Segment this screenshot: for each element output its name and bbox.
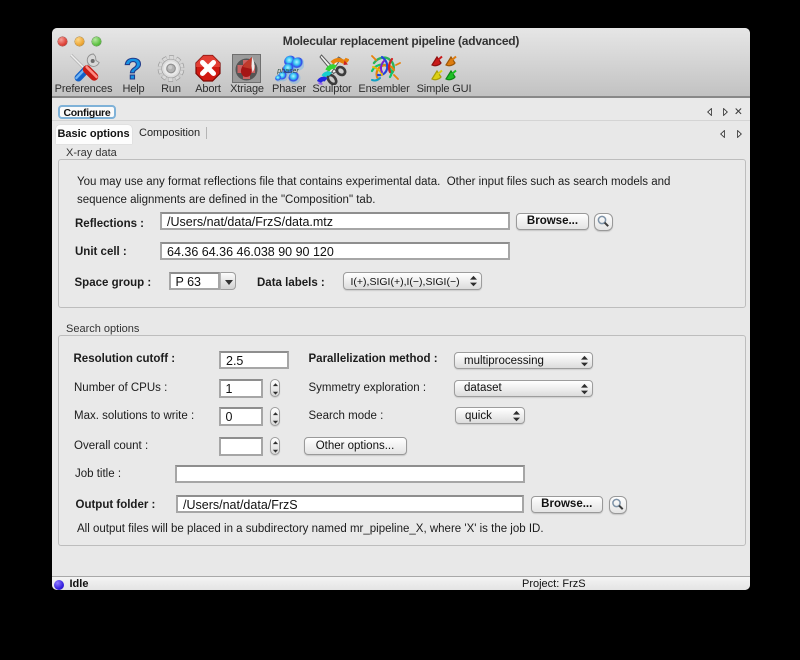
svg-text:phaser: phaser — [276, 68, 299, 75]
svg-text:?: ? — [124, 55, 142, 84]
